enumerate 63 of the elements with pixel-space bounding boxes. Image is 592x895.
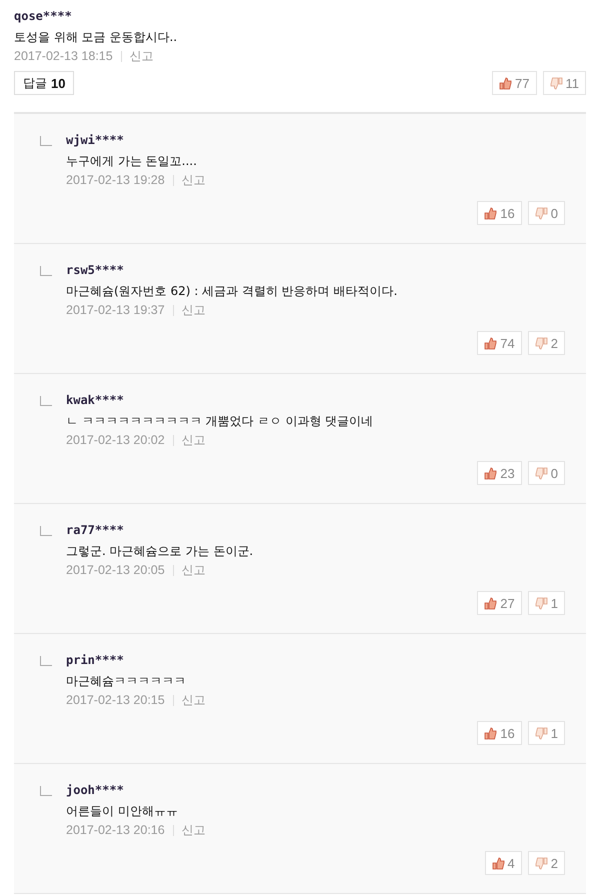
username: kwak**** [66,392,125,408]
report-link[interactable]: 신고 [182,821,206,839]
thumbs-down-icon [550,76,562,90]
username: qose**** [14,8,73,24]
like-button[interactable]: 4 [484,851,522,875]
timestamp: 2017-02-13 20:05 [66,562,165,579]
reply-indent-icon [40,786,52,796]
comment-text: 어른들이 미안해ㅠㅠ [66,803,179,820]
reply-indent-icon [40,266,52,276]
thumbs-down-icon [534,206,548,220]
report-link[interactable]: 신고 [182,431,206,449]
username: rsw5**** [66,262,125,278]
thumbs-down-icon [534,726,548,740]
reply-indent-icon [40,656,52,666]
report-link[interactable]: 신고 [182,561,206,579]
like-button[interactable]: 74 [477,331,522,355]
thumbs-down-icon [534,596,548,610]
timestamp: 2017-02-13 19:37 [66,302,165,319]
reply-indent-icon [40,526,52,536]
like-button[interactable]: 77 [492,71,536,95]
username: ra77**** [66,522,125,538]
dislike-button[interactable]: 2 [528,331,565,355]
username: wjwi**** [66,132,125,148]
report-link[interactable]: 신고 [182,691,206,709]
reply-indent-icon [40,136,52,146]
username: prin**** [66,652,125,668]
thumbs-up-icon [499,76,512,90]
thumbs-up-icon [484,206,498,220]
timestamp: 2017-02-13 19:28 [66,172,165,189]
comment-text: 마근혜슘ㅋㅋㅋㅋㅋㅋ [66,673,187,690]
thumbs-up-icon [484,336,498,350]
timestamp: 2017-02-13 20:15 [66,692,165,709]
thumbs-down-icon [534,466,548,480]
dislike-button[interactable]: 2 [528,851,565,875]
report-link[interactable]: 신고 [130,47,154,65]
comment-text: 그렇군. 마근혜슘으로 가는 돈이군. [66,543,254,560]
like-button[interactable]: 16 [477,721,522,745]
comment-text: 마근혜슘(원자번호 62) : 세금과 격렬히 반응하며 배타적이다. [66,283,398,300]
like-button[interactable]: 23 [477,461,522,485]
thumbs-up-icon [484,726,498,740]
timestamp: 2017-02-13 18:15 [14,48,113,65]
replies-button[interactable]: 답글 10 [14,71,74,95]
timestamp: 2017-02-13 20:02 [66,432,165,449]
report-link[interactable]: 신고 [182,301,206,319]
report-link[interactable]: 신고 [182,171,206,189]
like-button[interactable]: 27 [477,591,522,615]
comment-text: ㄴ ㅋㅋㅋㅋㅋㅋㅋㅋㅋㅋ 개뿜었다 ㄹㅇ 이과형 댓글이네 [66,413,374,430]
comment-text: 누구에게 가는 돈일꼬.... [66,153,198,170]
reply-indent-icon [40,396,52,406]
dislike-button[interactable]: 0 [528,201,565,225]
timestamp: 2017-02-13 20:16 [66,822,165,839]
thumbs-down-icon [534,856,548,870]
dislike-button[interactable]: 11 [542,71,586,95]
dislike-button[interactable]: 0 [528,461,565,485]
username: jooh**** [66,782,125,798]
thumbs-up-icon [484,466,498,480]
comment-text: 토성을 위해 모금 운동합시다.. [14,29,178,46]
like-button[interactable]: 16 [477,201,522,225]
thumbs-down-icon [534,336,548,350]
dislike-button[interactable]: 1 [528,591,565,615]
thumbs-up-icon [492,856,505,870]
thumbs-up-icon [484,596,498,610]
dislike-button[interactable]: 1 [528,721,565,745]
